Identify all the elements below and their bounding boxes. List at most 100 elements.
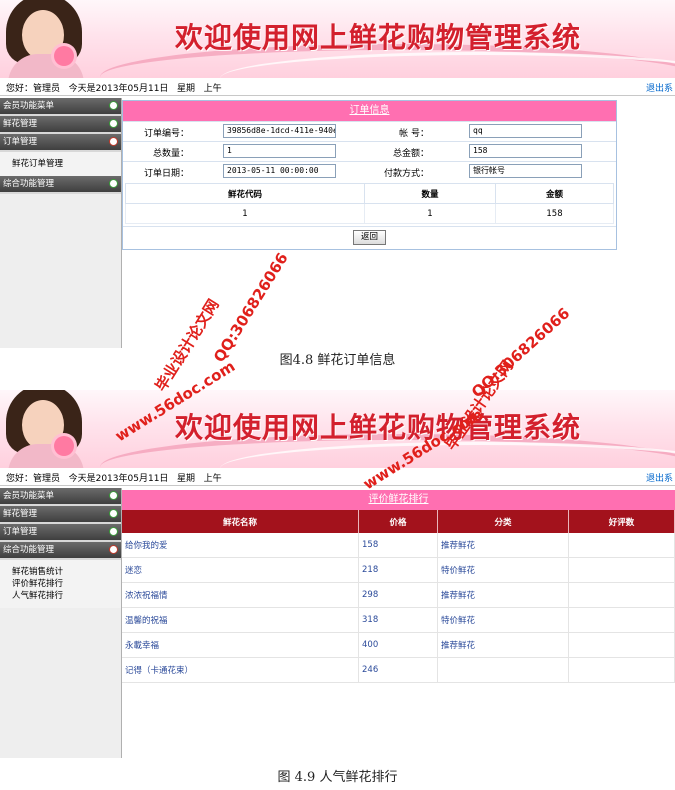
expand-icon xyxy=(109,491,118,500)
ranking-panel: 评价鲜花排行 鲜花名称 价格 分类 好评数 给你我的爱 158 推荐鲜花 迷恋 … xyxy=(122,490,675,683)
menu-flower[interactable]: 鲜花管理 xyxy=(0,116,121,134)
expand-icon xyxy=(109,179,118,188)
figure-caption-1: 图4.8 鲜花订单信息 xyxy=(279,353,396,368)
column-header: 价格 xyxy=(358,510,438,533)
table-row: 给你我的爱 158 推荐鲜花 xyxy=(122,533,675,558)
cell-flower-name[interactable]: 给你我的爱 xyxy=(122,533,359,558)
logout-link[interactable]: 退出系 xyxy=(646,81,673,94)
panel-title: 订单信息 xyxy=(123,101,616,121)
collapse-icon xyxy=(109,545,118,554)
cell-amount: 158 xyxy=(495,203,614,224)
menu-comprehensive[interactable]: 综合功能管理 xyxy=(0,176,121,194)
header-banner: 欢迎使用网上鲜花购物管理系统 xyxy=(0,0,675,78)
expand-icon xyxy=(109,509,118,518)
cell-category: 推荐鲜花 xyxy=(437,533,569,558)
cell-category: 特价鲜花 xyxy=(437,607,569,633)
form-row: 订单日期： 2013-05-11 00:00:00 付款方式： 银行帐号 xyxy=(123,161,616,181)
amount-label: 总金额： xyxy=(392,149,429,159)
cell-rating xyxy=(568,533,675,558)
comprehensive-submenu: 鲜花销售统计 评价鲜花排行 人气鲜花排行 xyxy=(0,560,121,608)
quantity-label: 总数量： xyxy=(152,149,189,159)
expand-icon xyxy=(109,101,118,110)
info-bar: 您好：管理员 今天是2013年05月11日 星期 上午 退出系 xyxy=(0,78,675,96)
sidebar-menu: 会员功能菜单 鲜花管理 订单管理 鲜花订单管理 综合功能管理 xyxy=(0,98,122,348)
cell-flower-name[interactable]: 浓浓祝福情 xyxy=(122,582,359,608)
column-header: 金额 xyxy=(495,183,614,204)
table-row: 记得（卡通花束） 246 xyxy=(122,657,675,683)
cell-flower-name[interactable]: 永載幸福 xyxy=(122,632,359,658)
cell-rating xyxy=(568,607,675,633)
screenshot-ranking: 欢迎使用网上鲜花购物管理系统 您好：管理员 今天是2013年05月11日 星期 … xyxy=(0,390,675,758)
submenu-item-rating-rank[interactable]: 评价鲜花排行 xyxy=(12,578,121,590)
logout-link[interactable]: 退出系 xyxy=(646,471,673,484)
back-button[interactable]: 返回 xyxy=(352,230,386,245)
panel-title: 评价鲜花排行 xyxy=(122,490,675,510)
column-header: 好评数 xyxy=(568,510,675,533)
form-row: 订单编号： 39856d8e-1dcd-411e-940e 帐 号： qq xyxy=(123,121,616,141)
menu-order[interactable]: 订单管理 xyxy=(0,524,121,542)
submenu-item-flower-orders[interactable]: 鲜花订单管理 xyxy=(12,158,121,170)
menu-order[interactable]: 订单管理 xyxy=(0,134,121,152)
info-bar: 您好：管理员 今天是2013年05月11日 星期 上午 退出系 xyxy=(0,468,675,486)
main-content: 评价鲜花排行 鲜花名称 价格 分类 好评数 给你我的爱 158 推荐鲜花 迷恋 … xyxy=(122,488,675,758)
order-submenu: 鲜花订单管理 xyxy=(0,152,121,176)
header-banner: 欢迎使用网上鲜花购物管理系统 xyxy=(0,390,675,468)
menu-member[interactable]: 会员功能菜单 xyxy=(0,98,121,116)
submenu-item-popular-rank[interactable]: 人气鲜花排行 xyxy=(12,590,121,602)
amount-input[interactable]: 158 xyxy=(469,144,582,158)
cell-category xyxy=(437,657,569,683)
menu-comprehensive[interactable]: 综合功能管理 xyxy=(0,542,121,560)
cell-flower-name[interactable]: 迷恋 xyxy=(122,557,359,583)
order-info-panel: 订单信息 订单编号： 39856d8e-1dcd-411e-940e 帐 号： … xyxy=(122,100,617,250)
column-header: 鲜花代码 xyxy=(125,183,365,204)
avatar xyxy=(0,390,92,468)
cell-price: 318 xyxy=(358,607,438,633)
table-row: 浓浓祝福情 298 推荐鲜花 xyxy=(122,582,675,608)
figure-caption-2: 图 4.9 人气鲜花排行 xyxy=(277,770,398,785)
cell-quantity: 1 xyxy=(364,203,496,224)
cell-category: 特价鲜花 xyxy=(437,557,569,583)
payment-input[interactable]: 银行帐号 xyxy=(469,164,582,178)
table-row: 永載幸福 400 推荐鲜花 xyxy=(122,632,675,658)
submenu-item-sales-stats[interactable]: 鲜花销售统计 xyxy=(12,566,121,578)
expand-icon xyxy=(109,527,118,536)
collapse-icon xyxy=(109,137,118,146)
table-row: 迷恋 218 特价鲜花 xyxy=(122,557,675,583)
cell-price: 298 xyxy=(358,582,438,608)
date-input[interactable]: 2013-05-11 00:00:00 xyxy=(223,164,336,178)
cell-rating xyxy=(568,557,675,583)
table-row: 温馨的祝福 318 特价鲜花 xyxy=(122,607,675,633)
cell-price: 218 xyxy=(358,557,438,583)
expand-icon xyxy=(109,119,118,128)
cell-rating xyxy=(568,632,675,658)
cell-price: 246 xyxy=(358,657,438,683)
order-no-label: 订单编号： xyxy=(143,129,189,139)
ranking-table: 鲜花名称 价格 分类 好评数 给你我的爱 158 推荐鲜花 迷恋 218 特价鲜… xyxy=(122,510,675,683)
welcome-text: 您好：管理员 今天是2013年05月11日 星期 上午 xyxy=(6,474,222,484)
order-items-table: 鲜花代码 数量 金额 1 1 158 xyxy=(125,183,614,224)
account-input[interactable]: qq xyxy=(469,124,582,138)
column-header: 数量 xyxy=(364,183,496,204)
cell-price: 158 xyxy=(358,533,438,558)
cell-flower-name[interactable]: 温馨的祝福 xyxy=(122,607,359,633)
avatar xyxy=(0,0,92,78)
column-header: 分类 xyxy=(437,510,569,533)
payment-label: 付款方式： xyxy=(383,169,429,179)
welcome-text: 您好：管理员 今天是2013年05月11日 星期 上午 xyxy=(6,84,222,94)
app-title: 欢迎使用网上鲜花购物管理系统 xyxy=(175,21,582,54)
date-label: 订单日期： xyxy=(143,169,189,179)
quantity-input[interactable]: 1 xyxy=(223,144,336,158)
cell-price: 400 xyxy=(358,632,438,658)
cell-flower-code: 1 xyxy=(125,203,365,224)
cell-category: 推荐鲜花 xyxy=(437,632,569,658)
order-no-input[interactable]: 39856d8e-1dcd-411e-940e xyxy=(223,124,336,138)
menu-flower[interactable]: 鲜花管理 xyxy=(0,506,121,524)
cell-rating xyxy=(568,582,675,608)
app-title: 欢迎使用网上鲜花购物管理系统 xyxy=(175,411,582,444)
account-label: 帐 号： xyxy=(399,129,429,139)
form-row: 总数量： 1 总金额： 158 xyxy=(123,141,616,161)
menu-member[interactable]: 会员功能菜单 xyxy=(0,488,121,506)
cell-flower-name[interactable]: 记得（卡通花束） xyxy=(122,657,359,683)
button-row: 返回 xyxy=(123,226,616,249)
cell-rating xyxy=(568,657,675,683)
